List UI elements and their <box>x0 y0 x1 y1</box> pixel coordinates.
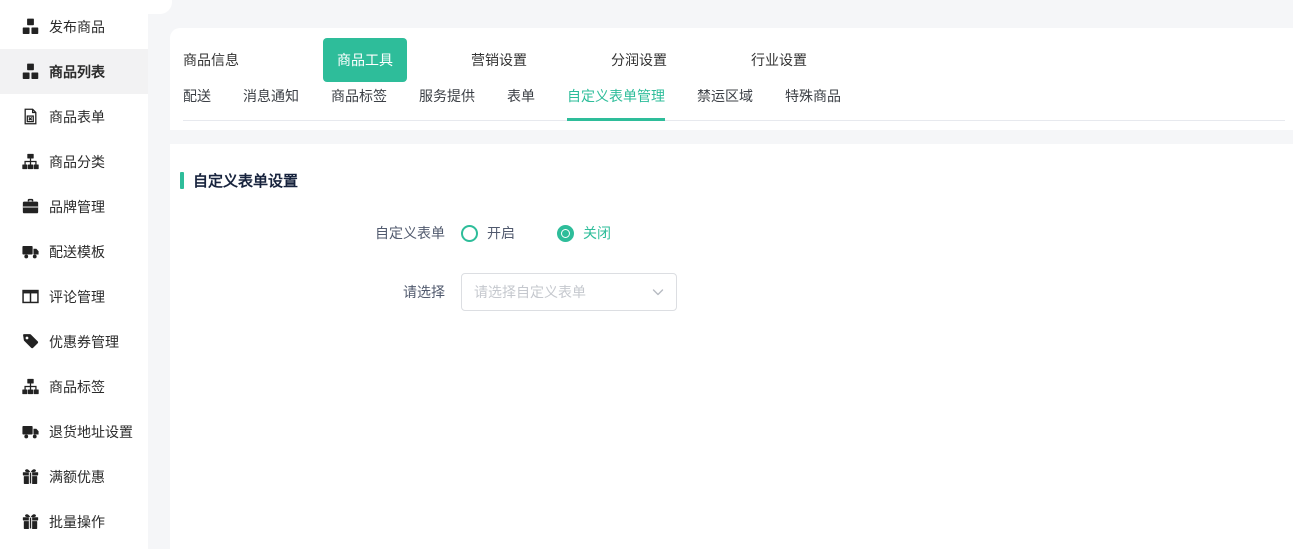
tab-secondary[interactable]: 禁运区域 <box>697 86 753 121</box>
sitemap-icon <box>22 378 39 395</box>
radio-option-label: 关闭 <box>583 223 611 243</box>
chevron-down-icon <box>652 286 664 298</box>
tab-secondary[interactable]: 表单 <box>507 86 535 121</box>
sidebar-item[interactable]: 评论管理 <box>0 274 148 319</box>
sidebar-item-label: 商品表单 <box>49 107 105 127</box>
radio-icon <box>557 225 574 242</box>
gift-icon <box>22 468 39 485</box>
cubes-icon <box>22 63 39 80</box>
page-title: 自定义表单设置 <box>193 170 298 191</box>
tabs-card: 商品信息 商品工具 营销设置 分润设置 行业设置 配送消息通知商品标签服务提供表单自定义… <box>170 28 1293 130</box>
custom-form-select-row: 请选择 请选择自定义表单 <box>180 273 1293 311</box>
custom-form-toggle-row: 自定义表单 开启 关闭 <box>180 223 1293 243</box>
columns-icon <box>22 288 39 305</box>
sidebar: 发布商品商品列表商品表单商品分类品牌管理配送模板评论管理优惠券管理商品标签退货地… <box>0 0 148 549</box>
section-header: 自定义表单设置 <box>180 170 1293 191</box>
sidebar-item[interactable]: 商品标签 <box>0 364 148 409</box>
tab-primary[interactable]: 商品信息 <box>183 50 239 70</box>
sidebar-item[interactable]: 配送模板 <box>0 229 148 274</box>
sidebar-item-label: 商品列表 <box>49 62 105 82</box>
sidebar-item[interactable]: 品牌管理 <box>0 184 148 229</box>
sidebar-item[interactable]: 发布商品 <box>0 4 148 49</box>
custom-form-select[interactable]: 请选择自定义表单 <box>461 273 677 311</box>
radio-option[interactable]: 关闭 <box>557 223 611 243</box>
truck-icon <box>22 423 39 440</box>
gift-icon <box>22 513 39 530</box>
sidebar-item[interactable]: 商品表单 <box>0 94 148 139</box>
sidebar-item-label: 发布商品 <box>49 17 105 37</box>
sitemap-icon <box>22 153 39 170</box>
main-content: 商品信息商品工具营销设置分润设置行业设置 配送消息通知商品标签服务提供表单自定义… <box>170 0 1293 549</box>
radio-option-label: 开启 <box>487 223 515 243</box>
sidebar-menu: 发布商品商品列表商品表单商品分类品牌管理配送模板评论管理优惠券管理商品标签退货地… <box>0 4 148 544</box>
sidebar-item[interactable]: 批量操作 <box>0 499 148 544</box>
sidebar-item-label: 评论管理 <box>49 287 105 307</box>
sidebar-item-label: 品牌管理 <box>49 197 105 217</box>
custom-form-toggle-label: 自定义表单 <box>180 223 445 243</box>
file-excel-icon <box>22 108 39 125</box>
corner-notch <box>148 0 172 14</box>
cubes-icon <box>22 18 39 35</box>
truck-icon <box>22 243 39 260</box>
sidebar-item[interactable]: 商品分类 <box>0 139 148 184</box>
sidebar-item-label: 批量操作 <box>49 512 105 532</box>
tab-secondary[interactable]: 商品标签 <box>331 86 387 121</box>
custom-form-radio-group: 开启 关闭 <box>461 223 653 243</box>
tab-secondary[interactable]: 自定义表单管理 <box>567 86 665 121</box>
secondary-tabs: 配送消息通知商品标签服务提供表单自定义表单管理禁运区域特殊商品 <box>183 86 1285 121</box>
sidebar-item[interactable]: 优惠券管理 <box>0 319 148 364</box>
primary-tabs: 商品信息 商品工具 营销设置 分润设置 行业设置 <box>183 36 1285 84</box>
tab-secondary[interactable]: 消息通知 <box>243 86 299 121</box>
section-accent-bar <box>180 172 184 189</box>
sidebar-item-label: 退货地址设置 <box>49 422 133 442</box>
tab-primary[interactable]: 行业设置 <box>751 50 807 70</box>
tab-secondary[interactable]: 服务提供 <box>419 86 475 121</box>
tag-icon <box>22 333 39 350</box>
sidebar-item-label: 商品标签 <box>49 377 105 397</box>
sidebar-item[interactable]: 退货地址设置 <box>0 409 148 454</box>
sidebar-item-label: 优惠券管理 <box>49 332 119 352</box>
tab-primary[interactable]: 分润设置 <box>611 50 667 70</box>
sidebar-item-label: 商品分类 <box>49 152 105 172</box>
select-label: 请选择 <box>180 282 445 302</box>
sidebar-item-label: 配送模板 <box>49 242 105 262</box>
radio-icon <box>461 225 478 242</box>
select-placeholder: 请选择自定义表单 <box>474 282 586 302</box>
tab-primary[interactable]: 营销设置 <box>471 50 527 70</box>
tab-secondary[interactable]: 特殊商品 <box>785 86 841 121</box>
sidebar-item[interactable]: 满额优惠 <box>0 454 148 499</box>
tab-secondary[interactable]: 配送 <box>183 86 211 121</box>
sidebar-item[interactable]: 商品列表 <box>0 49 148 94</box>
briefcase-icon <box>22 198 39 215</box>
radio-option[interactable]: 开启 <box>461 223 515 243</box>
settings-card: 自定义表单设置 自定义表单 开启 关闭 请选择 请选择自定义表单 <box>170 144 1293 549</box>
sidebar-item-label: 满额优惠 <box>49 467 105 487</box>
tab-primary[interactable]: 商品工具 <box>323 38 407 82</box>
